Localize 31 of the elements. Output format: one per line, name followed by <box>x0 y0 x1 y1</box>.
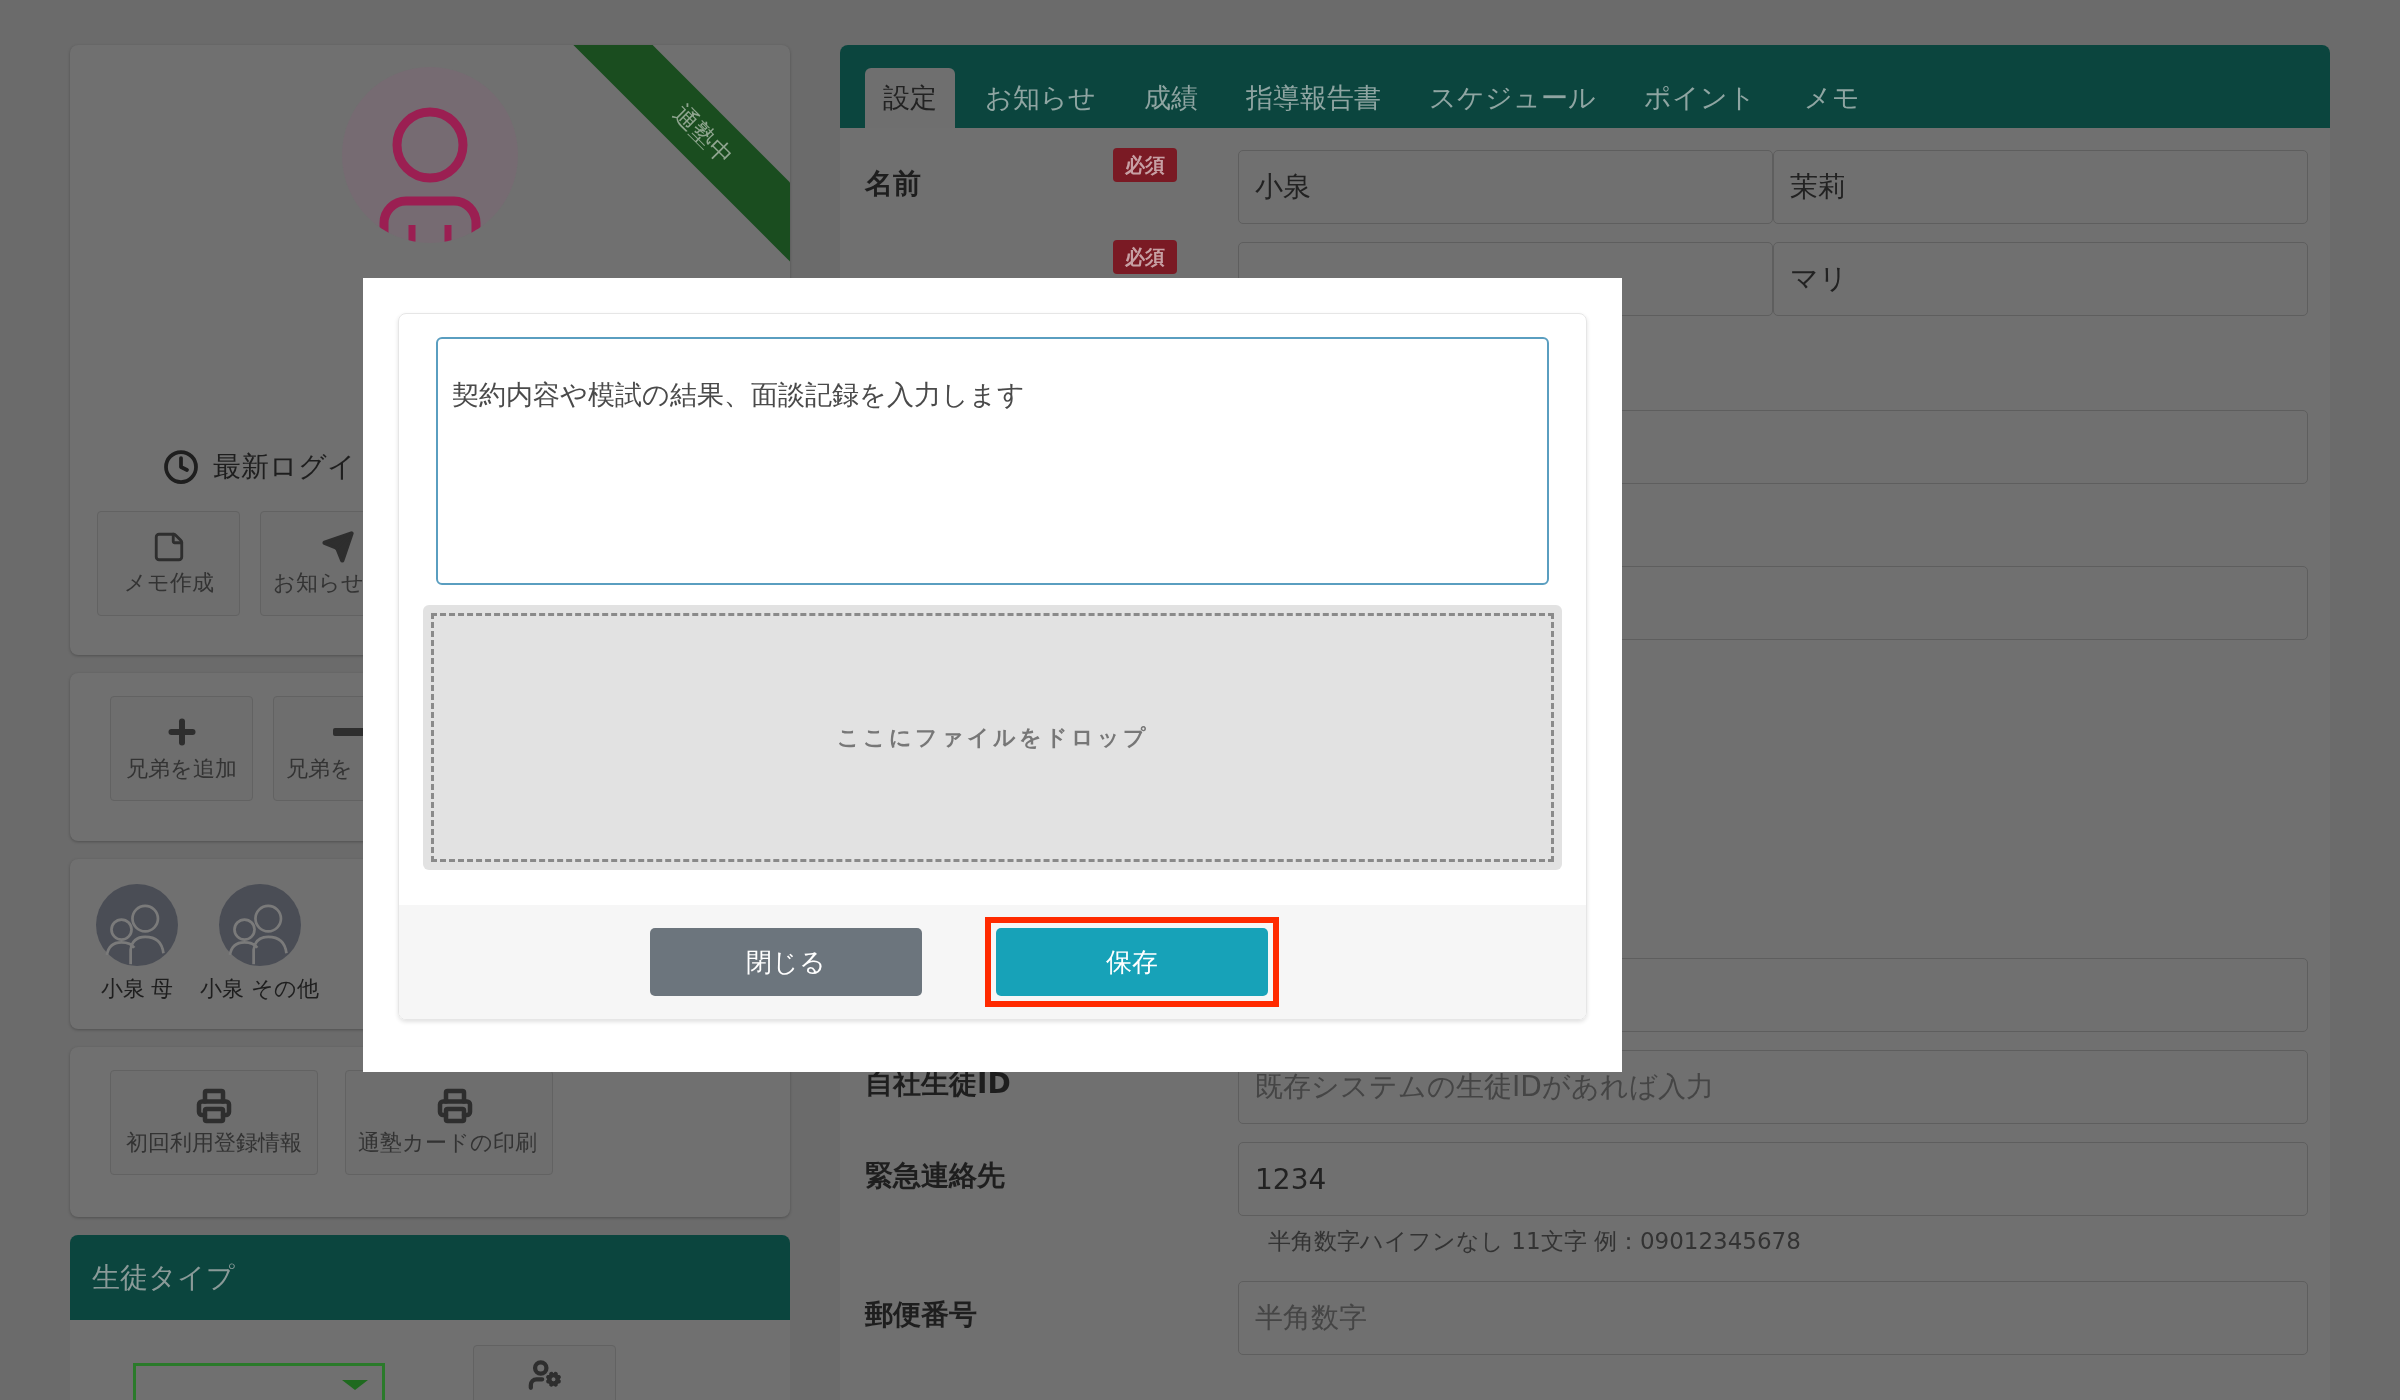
close-button[interactable]: 閉じる <box>650 928 922 996</box>
action-button[interactable]: メモ作成 <box>97 511 240 616</box>
tab[interactable]: ポイント <box>1626 68 1774 128</box>
tab[interactable]: 成績 <box>1126 68 1216 128</box>
tab[interactable]: メモ <box>1786 68 1878 128</box>
field-label: 自社生徒ID <box>865 1066 1012 1102</box>
input-field[interactable]: マリ <box>1773 242 2308 316</box>
section-header: 生徒タイプ <box>70 1235 790 1320</box>
required-badge: 必須 <box>1113 148 1177 182</box>
file-dropzone[interactable]: ここにファイルをドロップ <box>423 605 1562 870</box>
field-label: 緊急連絡先 <box>865 1158 1006 1194</box>
required-badge: 必須 <box>1113 240 1177 274</box>
last-login-label: 最新ログイ <box>213 449 356 485</box>
tab[interactable]: 設定 <box>865 68 955 128</box>
dropzone-text: ここにファイルをドロップ <box>836 723 1149 752</box>
tab[interactable]: 指導報告書 <box>1228 68 1399 128</box>
field-label: 名前 <box>865 166 922 202</box>
tab[interactable]: お知らせ <box>967 68 1114 128</box>
input-field[interactable]: 小泉 <box>1238 150 1773 224</box>
note-textarea[interactable]: 契約内容や模試の結果、面談記録を入力します <box>436 337 1549 585</box>
print-button[interactable]: 初回利用登録情報 <box>110 1070 318 1175</box>
input-field[interactable]: 茉莉 <box>1773 150 2308 224</box>
print-button[interactable]: 通塾カードの印刷 <box>345 1070 553 1175</box>
input-field[interactable]: 1234 <box>1238 1142 2308 1216</box>
tab[interactable]: スケジュール <box>1411 68 1614 128</box>
field-hint: 半角数字ハイフンなし 11文字 例：09012345678 <box>1268 1227 1802 1256</box>
family-member-name[interactable]: 小泉 母 <box>100 974 174 1004</box>
sibling-button[interactable]: 兄弟を追加 <box>110 696 253 801</box>
field-label: 郵便番号 <box>865 1297 978 1333</box>
family-member-name[interactable]: 小泉 その他 <box>200 974 319 1004</box>
save-button[interactable]: 保存 <box>996 928 1268 996</box>
